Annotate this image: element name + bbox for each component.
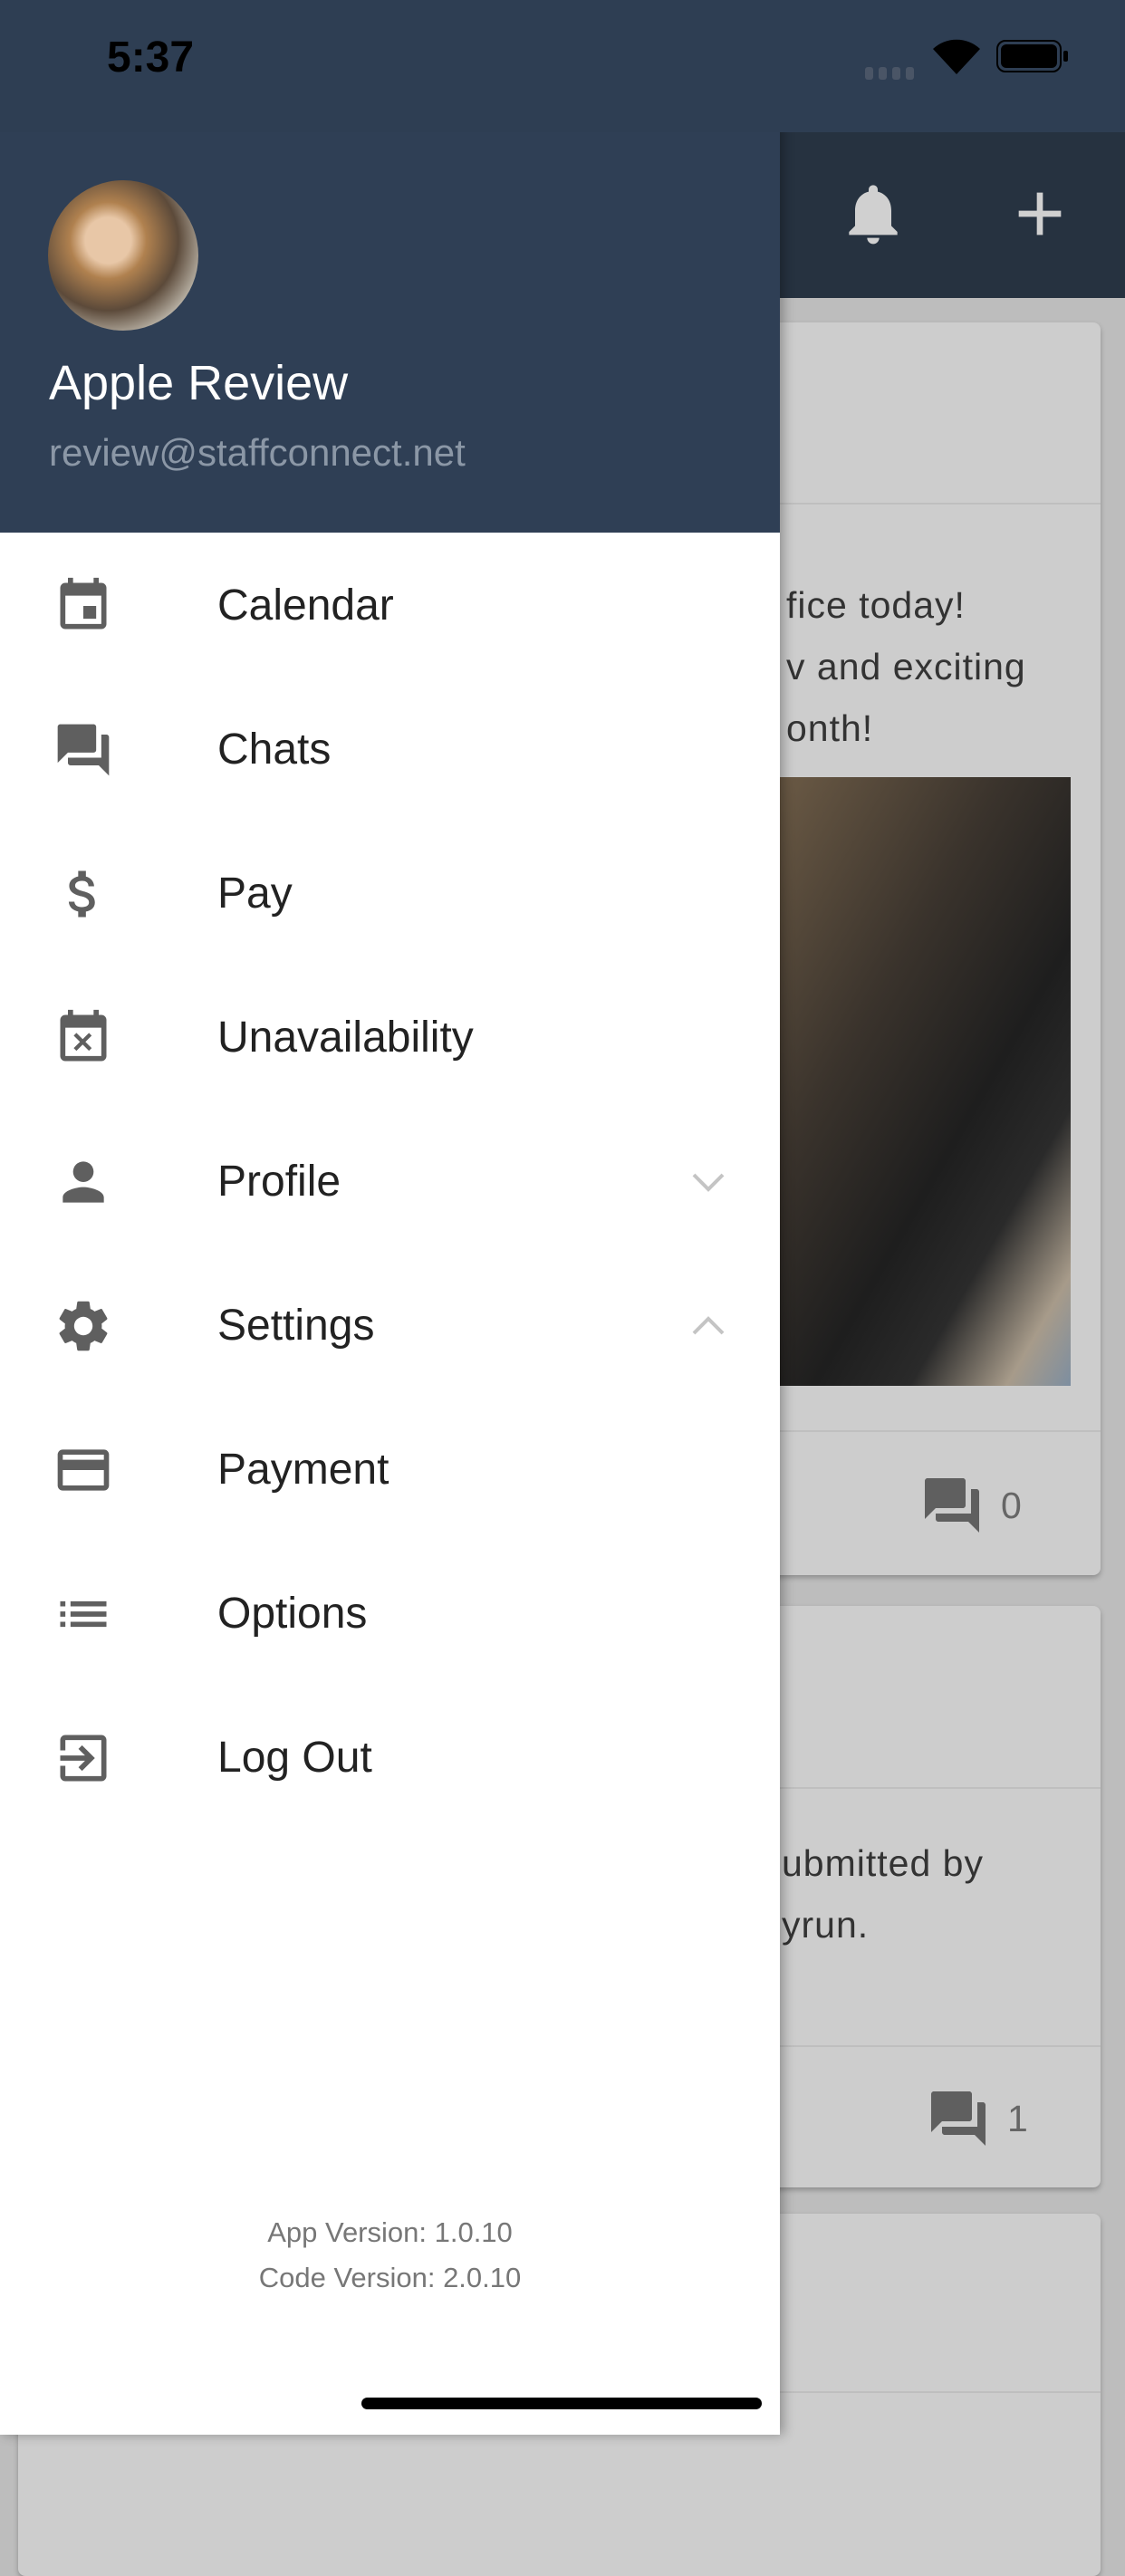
- menu-item-label: Settings: [217, 1302, 375, 1350]
- post-text: ubmitted by yrun.: [782, 1832, 984, 1956]
- dollar-icon: [68, 870, 95, 917]
- status-bar: 5:37: [0, 0, 1125, 132]
- menu-item-pay[interactable]: Pay: [0, 822, 780, 966]
- plus-icon[interactable]: [1004, 178, 1076, 250]
- menu-item-options[interactable]: Options: [0, 1542, 780, 1686]
- text-line: onth!: [786, 707, 874, 749]
- wifi-icon: [933, 39, 980, 74]
- comments-button[interactable]: 1: [926, 2086, 1028, 2151]
- text-line: ubmitted by: [782, 1842, 984, 1884]
- app-version: App Version: 1.0.10: [267, 2216, 513, 2248]
- status-time: 5:37: [107, 34, 195, 82]
- person-icon: [62, 1160, 104, 1203]
- menu-item-label: Payment: [217, 1446, 389, 1494]
- navigation-drawer: Apple Review review@staffconnect.net Cal…: [0, 0, 780, 2435]
- menu-item-label: Unavailability: [217, 1014, 474, 1062]
- post-text: fice today! v and exciting onth!: [786, 574, 1026, 759]
- menu-item-label: Calendar: [217, 582, 394, 630]
- menu-item-label: Pay: [217, 870, 293, 918]
- menu-item-profile[interactable]: Profile: [0, 1110, 780, 1254]
- menu-item-settings[interactable]: Settings: [0, 1254, 780, 1398]
- code-version: Code Version: 2.0.10: [258, 2262, 522, 2293]
- list-icon: [60, 1600, 107, 1627]
- credit-card-icon: [57, 1448, 110, 1491]
- comment-icon: [925, 1478, 979, 1533]
- menu-item-unavailability[interactable]: Unavailability: [0, 966, 780, 1110]
- menu-item-label: Profile: [217, 1158, 341, 1206]
- signal-icon: [865, 67, 914, 80]
- logout-icon: [60, 1735, 107, 1781]
- comment-icon: [931, 2091, 986, 2146]
- user-name: Apple Review: [49, 356, 349, 410]
- calendar-x-icon: [60, 1009, 107, 1061]
- battery-icon: [996, 40, 1068, 72]
- calendar-icon: [60, 577, 107, 629]
- text-line: fice today!: [786, 584, 966, 626]
- menu-item-log-out[interactable]: Log Out: [0, 1686, 780, 1830]
- post-image[interactable]: [779, 777, 1071, 1386]
- comments-button[interactable]: 0: [919, 1473, 1022, 1538]
- bell-icon[interactable]: [837, 178, 909, 250]
- chat-icon: [57, 724, 110, 775]
- user-email: review@staffconnect.net: [49, 431, 466, 474]
- chevron-down-icon[interactable]: [687, 1160, 730, 1204]
- chevron-up-icon[interactable]: [687, 1304, 730, 1348]
- gear-icon: [59, 1301, 108, 1350]
- text-line: v and exciting: [786, 646, 1026, 687]
- home-indicator[interactable]: [361, 2398, 762, 2409]
- text-line: yrun.: [782, 1904, 870, 1946]
- avatar[interactable]: [48, 180, 198, 331]
- comment-count: 0: [1001, 1484, 1022, 1526]
- menu-item-label: Options: [217, 1590, 368, 1638]
- menu-item-payment[interactable]: Payment: [0, 1398, 780, 1542]
- menu-item-calendar[interactable]: Calendar: [0, 533, 780, 678]
- comment-count: 1: [1007, 2097, 1028, 2139]
- menu-item-chats[interactable]: Chats: [0, 678, 780, 822]
- menu-item-label: Chats: [217, 726, 332, 774]
- menu-item-label: Log Out: [217, 1734, 372, 1782]
